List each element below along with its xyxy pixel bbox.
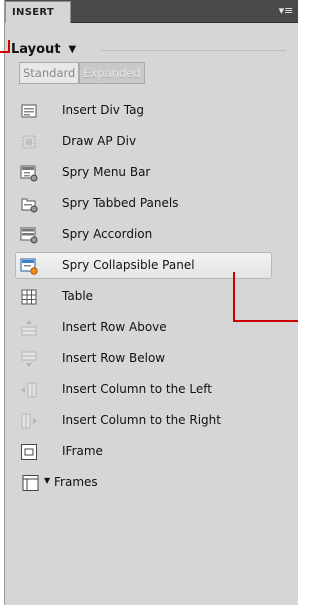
mode-toggle: Standard Expanded	[19, 62, 145, 84]
item-label: IFrame	[62, 444, 103, 458]
dropdown-arrow-icon: ▼	[68, 43, 77, 55]
list-item-insert-column-right[interactable]: Insert Column to the Right	[5, 405, 298, 436]
tab-insert[interactable]: INSERT	[5, 1, 71, 23]
list-item-spry-tabbed-panels[interactable]: Spry Tabbed Panels	[5, 188, 298, 219]
table-icon	[21, 289, 37, 305]
frames-dropdown-icon[interactable]: ▼	[44, 476, 50, 485]
item-label: Table	[62, 289, 94, 303]
panel-titlebar: INSERT ▾≡	[5, 0, 298, 23]
row-above-icon	[21, 320, 37, 336]
insert-panel: INSERT ▾≡ Layout ▼ Standard Expanded Ins…	[4, 0, 298, 605]
item-label: Spry Tabbed Panels	[62, 196, 179, 210]
divider	[101, 50, 286, 51]
spry-accordion-icon	[20, 227, 38, 244]
column-left-icon	[21, 382, 37, 398]
annotation-line-top	[0, 51, 8, 53]
item-label: Insert Div Tag	[62, 103, 145, 117]
item-label: Insert Row Below	[62, 351, 166, 365]
spry-collapsible-panel-icon	[20, 258, 38, 275]
iframe-icon	[21, 444, 37, 460]
item-label: Insert Column to the Left	[62, 382, 212, 396]
item-label: Draw AP Div	[62, 134, 137, 148]
list-item-frames[interactable]: ▼ Frames	[5, 467, 298, 498]
item-label: Frames	[54, 475, 98, 489]
category-dropdown[interactable]: Layout ▼	[11, 40, 76, 58]
list-item-iframe[interactable]: IFrame	[5, 436, 298, 467]
list-item-insert-row-below[interactable]: Insert Row Below	[5, 343, 298, 374]
insert-item-list: Insert Div Tag Draw AP Div Spry Menu Bar	[5, 95, 298, 498]
item-label: Spry Accordion	[62, 227, 153, 241]
panel-options-icon[interactable]: ▾≡	[278, 4, 294, 18]
annotation-line-top-vertical	[8, 40, 10, 53]
list-item-table[interactable]: Table	[5, 281, 298, 312]
ap-div-icon	[22, 135, 36, 149]
column-right-icon	[21, 413, 37, 429]
annotation-line-horizontal	[233, 320, 298, 322]
item-label: Insert Row Above	[62, 320, 167, 334]
spry-tabbed-panels-icon	[21, 198, 38, 213]
item-label: Spry Collapsible Panel	[62, 258, 195, 272]
item-label: Spry Menu Bar	[62, 165, 151, 179]
spry-menu-bar-icon	[20, 165, 38, 182]
list-item-spry-accordion[interactable]: Spry Accordion	[5, 219, 298, 250]
list-item-spry-menu-bar[interactable]: Spry Menu Bar	[5, 157, 298, 188]
mode-standard-button[interactable]: Standard	[19, 62, 80, 84]
list-item-spry-collapsible-panel[interactable]: Spry Collapsible Panel	[5, 250, 298, 281]
list-item-insert-column-left[interactable]: Insert Column to the Left	[5, 374, 298, 405]
annotation-line-vertical	[233, 272, 235, 322]
category-label: Layout	[11, 41, 61, 57]
row-below-icon	[21, 351, 37, 367]
list-item-insert-row-above[interactable]: Insert Row Above	[5, 312, 298, 343]
list-item-insert-div-tag[interactable]: Insert Div Tag	[5, 95, 298, 126]
item-label: Insert Column to the Right	[62, 413, 221, 427]
list-item-draw-ap-div[interactable]: Draw AP Div	[5, 126, 298, 157]
mode-expanded-button[interactable]: Expanded	[79, 62, 145, 84]
frames-icon	[22, 475, 39, 491]
div-tag-icon	[21, 104, 37, 118]
